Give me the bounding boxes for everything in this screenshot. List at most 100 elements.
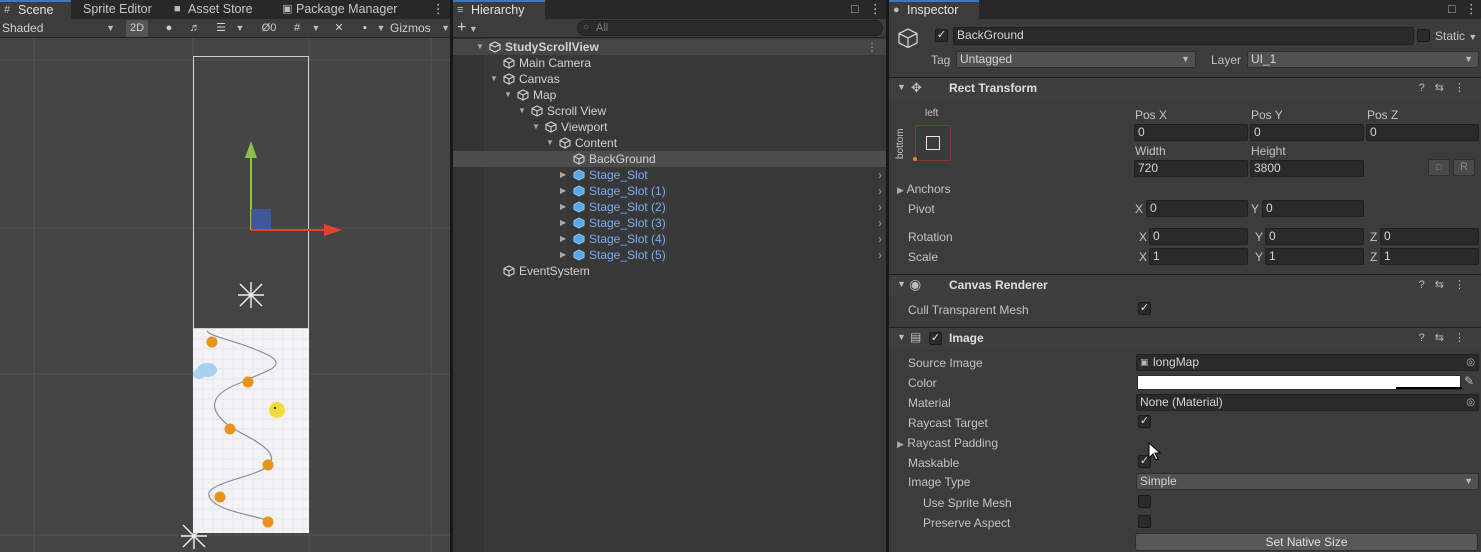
tools-icon[interactable]: ✕ [330,20,348,37]
layer-dropdown[interactable]: UI_1 ▼ [1247,51,1479,68]
image-foldout-icon[interactable]: ▼ [897,332,906,342]
tag-dropdown[interactable]: Untagged ▼ [956,51,1196,68]
shading-mode-dropdown[interactable]: Shaded ▼ [2,20,118,37]
expand-arrow-icon[interactable]: ▼ [504,87,512,103]
grid-snap-icon[interactable]: # [288,20,306,37]
anchor-presets-button[interactable] [913,125,951,161]
hierarchy-row[interactable]: ▼ Scroll View [453,103,886,119]
lighting-icon[interactable]: ● [160,20,178,37]
hierarchy-row[interactable]: Main Camera [453,55,886,71]
set-native-size-button[interactable]: Set Native Size [1135,533,1478,551]
collapse-arrow-icon[interactable]: ▶ [560,199,566,215]
mode-2d-button[interactable]: 2D [126,20,148,37]
collapse-arrow-icon[interactable]: ▶ [560,247,566,263]
image-enabled-checkbox[interactable]: ✓ [929,332,942,345]
preserve-aspect-checkbox[interactable] [1138,515,1151,528]
image-component-icons[interactable]: ?⇆⋮ [1419,331,1475,344]
camera-icon[interactable]: ▪ [356,20,374,37]
pivot-y-input[interactable]: 0 [1262,200,1364,217]
material-field[interactable]: None (Material) ◎ [1136,394,1479,411]
color-swatch[interactable] [1137,375,1462,390]
scene-view[interactable] [0,38,450,552]
hierarchy-row[interactable]: BackGround [453,151,886,167]
scale-y-input[interactable]: 1 [1265,248,1364,265]
rotation-x-input[interactable]: 0 [1149,228,1248,245]
expand-arrow-icon[interactable]: ▼ [490,71,498,87]
material-picker-icon[interactable]: ◎ [1466,395,1475,410]
rect-transform-header[interactable]: ▼ ✥ Rect Transform ?⇆⋮ [889,77,1481,99]
hierarchy-row[interactable]: ▼ Map [453,87,886,103]
tab-scene[interactable]: # Scene [0,0,71,19]
effects-icon[interactable]: ☰ [210,20,232,37]
grid-dropdown-icon[interactable]: ▼ [310,20,322,37]
hierarchy-row[interactable]: ▶ Stage_Slot (5) › [453,247,886,263]
scene-menu-icon[interactable]: ⋮ [866,39,878,55]
open-prefab-chevron-icon[interactable]: › [878,247,882,263]
static-dropdown[interactable]: Static ▼ [1435,28,1477,45]
expand-arrow-icon[interactable]: ▼ [532,119,540,135]
canvas-renderer-icons[interactable]: ?⇆⋮ [1419,278,1475,291]
object-name-input[interactable]: BackGround [953,27,1414,45]
raycast-padding-foldout[interactable]: ▶ Raycast Padding [897,435,998,452]
image-header[interactable]: ▼ ▤ ✓ Image ?⇆⋮ [889,327,1481,349]
image-type-dropdown[interactable]: Simple ▼ [1136,473,1479,490]
scale-x-input[interactable]: 1 [1149,248,1248,265]
blueprint-mode-button[interactable]: □ [1428,159,1450,176]
collapse-arrow-icon[interactable]: ▶ [560,183,566,199]
tab-inspector[interactable]: ● Inspector [889,0,979,19]
use-sprite-mesh-checkbox[interactable] [1138,495,1151,508]
rotation-y-input[interactable]: 0 [1265,228,1364,245]
hierarchy-row[interactable]: ▶ Stage_Slot (1) › [453,183,886,199]
open-prefab-chevron-icon[interactable]: › [878,167,882,183]
collapse-arrow-icon[interactable]: ▶ [560,215,566,231]
hierarchy-row[interactable]: ▶ Stage_Slot › [453,167,886,183]
hierarchy-row[interactable]: ▶ Stage_Slot (3) › [453,215,886,231]
object-picker-icon[interactable]: ◎ [1466,355,1475,370]
inspector-menu-icon[interactable]: ⋮ [1463,0,1478,19]
expand-arrow-icon[interactable]: ▼ [476,39,484,55]
hierarchy-scene-row[interactable]: ▼ StudyScrollView ⋮ [453,39,886,55]
hierarchy-row[interactable]: ▼ Content [453,135,886,151]
tab-asset-store[interactable]: ■ Asset Store [170,0,270,19]
raw-edit-button[interactable]: R [1453,159,1475,176]
expand-arrow-icon[interactable]: ▼ [546,135,554,151]
canvas-renderer-foldout-icon[interactable]: ▼ [897,279,906,289]
tab-hierarchy[interactable]: ≡ Hierarchy [453,0,545,19]
hierarchy-menu-icon[interactable]: ⋮ [867,0,882,19]
move-gizmo[interactable] [245,141,342,236]
hierarchy-row[interactable]: ▶ Stage_Slot (2) › [453,199,886,215]
collapse-arrow-icon[interactable]: ▶ [560,231,566,247]
inspector-lock-icon[interactable]: □ [1446,0,1460,19]
scene-canvas[interactable] [0,38,450,552]
pos-x-input[interactable]: 0 [1134,124,1248,141]
foldout-arrow-icon[interactable]: ▼ [897,82,906,92]
hierarchy-search-input[interactable]: ○ All [577,20,883,36]
width-input[interactable]: 720 [1134,160,1248,177]
hidden-objects-toggle[interactable]: Ø0 [254,20,284,37]
open-prefab-chevron-icon[interactable]: › [878,231,882,247]
gizmos-dropdown[interactable]: Gizmos ▼ [390,20,450,37]
hierarchy-row[interactable]: ▼ Canvas [453,71,886,87]
rotation-z-input[interactable]: 0 [1380,228,1479,245]
tab-package-manager[interactable]: ▣ Package Manager [278,0,418,19]
more-menu-icon[interactable]: ⋮ [430,0,445,19]
tab-sprite-editor[interactable]: Sprite Editor [71,0,164,19]
pos-z-input[interactable]: 0 [1366,124,1479,141]
eyedropper-icon[interactable]: ✎ [1464,374,1474,388]
active-checkbox[interactable]: ✓ [935,29,948,42]
audio-icon[interactable]: ♬ [186,20,204,37]
height-input[interactable]: 3800 [1250,160,1364,177]
open-prefab-chevron-icon[interactable]: › [878,215,882,231]
hierarchy-row[interactable]: ▼ Viewport [453,119,886,135]
raycast-target-checkbox[interactable]: ✓ [1138,415,1151,428]
collapse-arrow-icon[interactable]: ▶ [560,167,566,183]
anchors-foldout[interactable]: ▶ Anchors [897,181,951,198]
effects-dropdown-icon[interactable]: ▼ [234,20,246,37]
component-help-settings-icons[interactable]: ?⇆⋮ [1419,81,1475,94]
open-prefab-chevron-icon[interactable]: › [878,199,882,215]
hierarchy-row[interactable]: ▶ Stage_Slot (4) › [453,231,886,247]
expand-arrow-icon[interactable]: ▼ [518,103,526,119]
static-checkbox[interactable] [1417,29,1430,42]
source-image-field[interactable]: ▣ longMap ◎ [1136,354,1479,371]
lock-icon[interactable]: □ [849,0,863,19]
